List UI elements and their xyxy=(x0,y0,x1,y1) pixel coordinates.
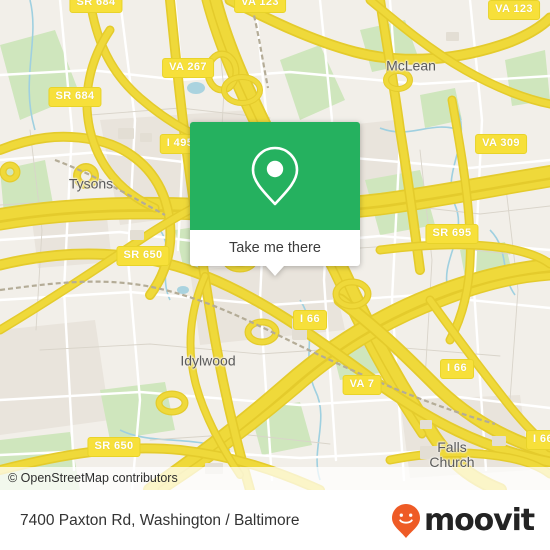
road-shield: VA 123 xyxy=(488,0,540,20)
popup-pointer-tail xyxy=(266,266,284,276)
map-attribution[interactable]: © OpenStreetMap contributors xyxy=(0,467,550,490)
map-pin-icon xyxy=(250,145,300,207)
road-shield: SR 684 xyxy=(48,87,102,107)
moovit-wordmark: moovit xyxy=(423,502,535,538)
address-label: 7400 Paxton Rd, Washington / Baltimore xyxy=(20,511,300,529)
road-shield: SR 650 xyxy=(87,437,141,457)
road-shield: I 66 xyxy=(440,359,474,379)
moovit-smiley-pin-icon xyxy=(391,503,421,539)
take-me-there-label: Take me there xyxy=(229,240,321,256)
road-shield: SR 650 xyxy=(116,246,170,266)
destination-popup[interactable]: Take me there xyxy=(190,122,360,276)
footer-bar: 7400 Paxton Rd, Washington / Baltimore m… xyxy=(0,490,550,550)
popup-header xyxy=(190,122,360,230)
map-screen: .water { stroke:#9fd0e0; fill:none; stro… xyxy=(0,0,550,550)
map-canvas[interactable]: .water { stroke:#9fd0e0; fill:none; stro… xyxy=(0,0,550,490)
road-shield: SR 695 xyxy=(425,224,479,244)
road-shield: SR 684 xyxy=(69,0,123,13)
take-me-there-button[interactable]: Take me there xyxy=(190,230,360,276)
road-shield: VA 309 xyxy=(475,134,527,154)
road-shield: I 66 xyxy=(293,310,327,330)
moovit-logo[interactable]: moovit xyxy=(391,502,535,539)
road-shield: I 66 xyxy=(526,430,550,450)
road-shield: VA 267 xyxy=(162,58,214,78)
road-shield: VA 7 xyxy=(342,375,382,395)
road-shield: VA 123 xyxy=(234,0,286,13)
